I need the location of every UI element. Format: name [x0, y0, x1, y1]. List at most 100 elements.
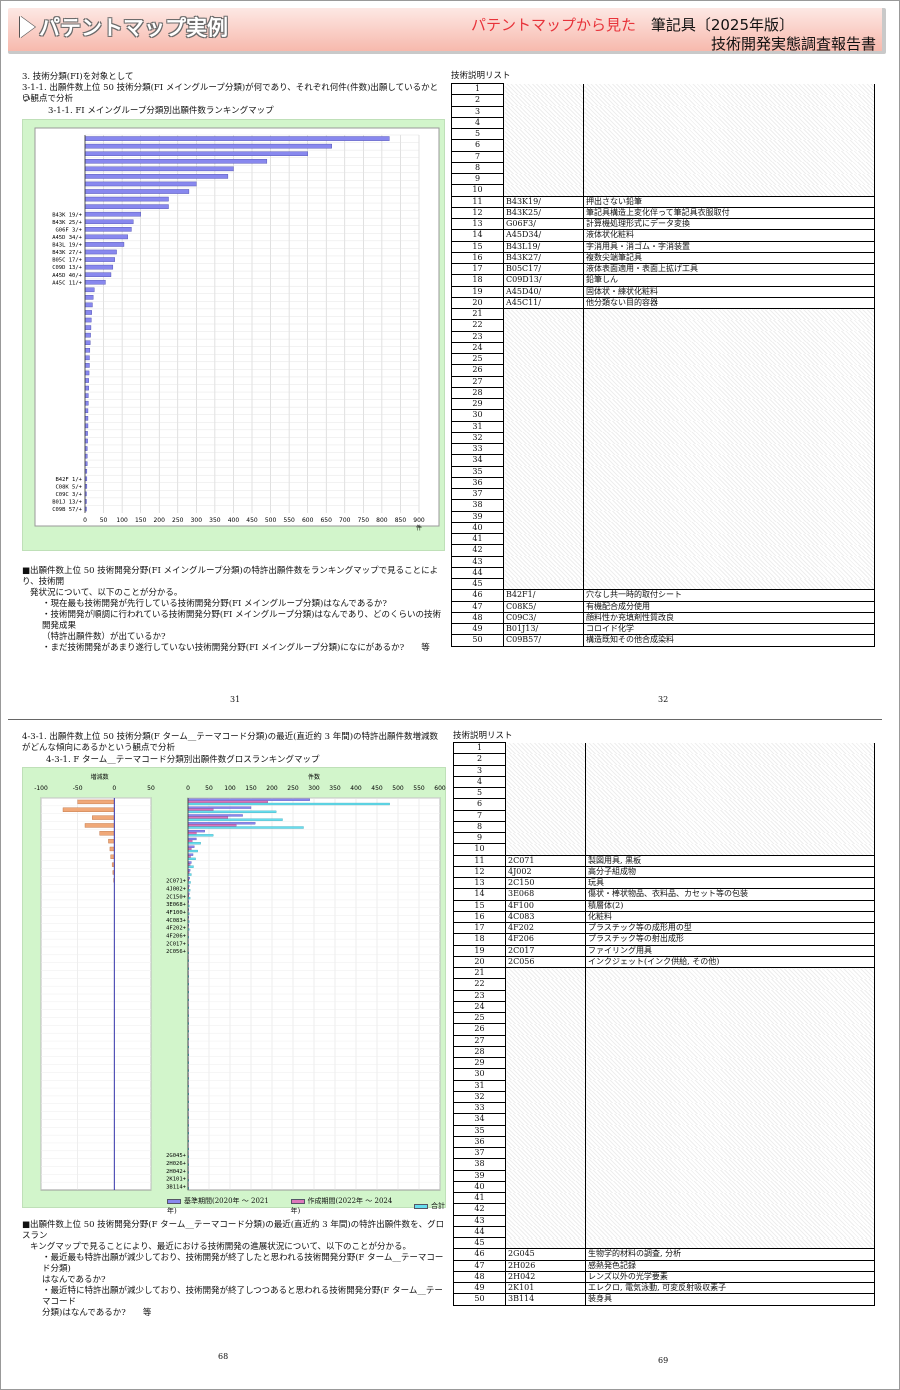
row-number: 37: [453, 1146, 506, 1160]
code-cell: [505, 1035, 586, 1047]
code-cell: [505, 765, 586, 777]
bar: [84, 166, 234, 172]
code-cell: C08K5/: [503, 600, 584, 613]
description-cell: 玩具: [585, 876, 875, 890]
x-tick-label: 700: [339, 517, 351, 524]
code-cell: [503, 544, 584, 556]
table-row: 28: [453, 1045, 875, 1059]
description-cell: [585, 1046, 875, 1058]
top-ranking-chart: 0 50 100 150 200 250 300 350 400 450 500 550 600 650 7…: [34, 127, 440, 532]
top-section-heading: 3. 技術分類(FI)を対象として: [22, 72, 134, 82]
table-row: 49 B01J13/コロイド化学: [451, 622, 875, 636]
category-label: 4F206+: [166, 934, 187, 940]
description-cell: [585, 1068, 875, 1080]
code-cell: [505, 1237, 586, 1249]
code-cell: [503, 151, 584, 163]
diff-bar: [62, 807, 115, 812]
code-cell: [503, 466, 584, 478]
row-number: 28: [453, 1045, 506, 1059]
category-label: 3B114+: [166, 1184, 187, 1190]
category-label: 2H026+: [166, 1161, 187, 1167]
row-number: 15: [453, 899, 506, 912]
row-number: 1: [453, 741, 506, 755]
description-cell: [585, 1226, 875, 1238]
gross-bar: [187, 816, 229, 819]
table-row: 47 2H026 感熱発色記録: [453, 1259, 875, 1272]
table-row: 16 4C083 化粧料: [453, 910, 875, 924]
row-number: 43: [451, 555, 504, 568]
gross-tick-label: 550: [413, 785, 425, 792]
code-cell: 4F202: [505, 921, 586, 935]
gross-tick-label: 200: [266, 785, 278, 792]
code-cell: [505, 776, 586, 788]
table-row: 24: [451, 341, 875, 355]
x-tick-label: 650: [320, 517, 332, 524]
table-row: 23: [451, 330, 875, 343]
description-cell: インクジェット(インク供給, その他): [585, 955, 875, 969]
code-cell: 2G045: [505, 1248, 586, 1261]
description-cell: 筆記具構造上変化伴って筆記具衣服取付: [583, 206, 875, 220]
code-cell: [505, 821, 586, 833]
gross-tick-label: 500: [392, 785, 404, 792]
description-cell: [583, 353, 875, 365]
description-cell: [583, 511, 875, 523]
row-number: 38: [451, 499, 504, 512]
x-axis-label: 件: [416, 524, 422, 532]
table-row: 12 4J002 高分子組成物: [453, 865, 875, 879]
table-row: 48 2H042 レンズ以外の光学要素: [453, 1270, 875, 1284]
bar: [84, 181, 197, 187]
description-cell: [585, 1237, 875, 1249]
description-cell: レンズ以外の光学要素: [585, 1270, 875, 1284]
row-number: 13: [453, 876, 506, 890]
diff-tick-label: -50: [73, 785, 83, 792]
table-row: 46 2G045 生物学的材料の調査, 分析: [453, 1248, 875, 1261]
code-cell: [505, 1091, 586, 1103]
description-cell: [583, 376, 875, 388]
code-cell: [505, 1136, 586, 1148]
row-number: 46: [451, 589, 504, 602]
row-number: 12: [453, 865, 506, 879]
row-number: 36: [451, 476, 504, 490]
diff-bar: [77, 799, 115, 805]
bar: [84, 219, 134, 225]
row-number: 34: [451, 454, 504, 467]
code-cell: [505, 1226, 586, 1238]
table-row: 4: [453, 775, 875, 789]
row-number: 44: [453, 1225, 506, 1239]
bar: [84, 385, 89, 391]
code-cell: [503, 499, 584, 511]
gross-bar: [187, 873, 192, 876]
table-row: 44: [451, 566, 875, 580]
description-cell: プラスチック等の成形用の型: [585, 921, 875, 935]
row-number: 45: [453, 1236, 506, 1250]
description-cell: [583, 106, 875, 118]
row-number: 39: [453, 1169, 506, 1182]
category-label: B42F 1/+: [56, 477, 83, 483]
bar: [84, 242, 125, 247]
row-number: 26: [451, 364, 504, 377]
paragraph-line: ・最近最も特許出願が減少しており、技術開発が終了したと思われる技術開発分野(F …: [42, 1253, 444, 1274]
row-number: 43: [453, 1214, 506, 1227]
table-row: 42: [453, 1203, 875, 1216]
code-cell: 4J002: [505, 865, 586, 879]
gross-bar: [187, 829, 205, 833]
code-cell: [503, 331, 584, 343]
table-row: 18 C09D13/鉛筆しん: [451, 274, 875, 287]
table-row: 27: [451, 375, 875, 388]
row-number: 13: [451, 217, 504, 231]
description-cell: [583, 184, 875, 196]
row-number: 24: [451, 341, 504, 355]
table-row: 25: [451, 352, 875, 366]
row-number: 39: [451, 510, 504, 523]
code-cell: [503, 117, 584, 129]
code-cell: [505, 810, 586, 822]
gross-bar: [187, 837, 197, 841]
code-cell: [503, 477, 584, 489]
bar: [84, 189, 190, 194]
code-cell: [505, 1012, 586, 1024]
gross-bar: [187, 808, 214, 811]
description-cell: [583, 364, 875, 376]
bar: [84, 227, 132, 232]
code-cell: [503, 398, 584, 410]
table-row: 19 2C017 ファイリング用具: [453, 944, 875, 957]
